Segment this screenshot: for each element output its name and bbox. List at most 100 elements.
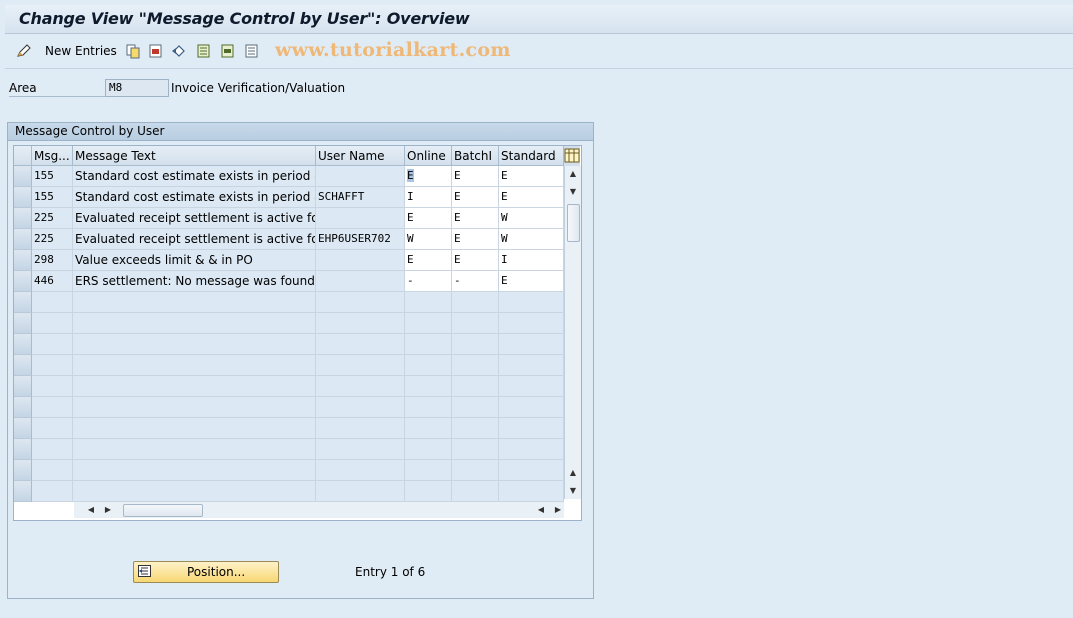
cell-online <box>405 334 452 355</box>
cell-standard[interactable]: I <box>499 250 564 271</box>
cell-online <box>405 313 452 334</box>
cell-batch-value: - <box>454 274 461 287</box>
cell-msg: 225 <box>32 229 73 250</box>
column-header-standard[interactable]: Standard <box>499 146 564 166</box>
cell-online <box>405 418 452 439</box>
copy-icon[interactable] <box>125 43 141 59</box>
cell-standard[interactable]: E <box>499 187 564 208</box>
cell-batch[interactable]: - <box>452 271 499 292</box>
cell-online[interactable]: E <box>405 166 452 187</box>
cell-user-name <box>316 418 405 439</box>
row-selector[interactable] <box>14 166 32 187</box>
cell-batch[interactable]: E <box>452 229 499 250</box>
cell-standard <box>499 334 564 355</box>
cell-online-value: E <box>407 211 414 224</box>
cell-msg: 155 <box>32 187 73 208</box>
cell-user-name <box>316 334 405 355</box>
page-right-icon[interactable]: ▶ <box>101 503 115 517</box>
cell-user-name <box>316 208 405 229</box>
new-entries-button[interactable]: New Entries <box>45 44 117 58</box>
column-header-message-text[interactable]: Message Text <box>73 146 316 166</box>
delete-icon[interactable] <box>148 43 164 59</box>
cell-batch[interactable]: E <box>452 208 499 229</box>
row-selector[interactable] <box>14 229 32 250</box>
deselect-all-icon[interactable] <box>244 43 260 59</box>
row-selector[interactable] <box>14 271 32 292</box>
cell-online[interactable]: E <box>405 208 452 229</box>
row-selector[interactable] <box>14 481 32 502</box>
cell-standard[interactable]: W <box>499 208 564 229</box>
cell-batch <box>452 355 499 376</box>
cell-user-name <box>316 439 405 460</box>
position-button[interactable]: Position... <box>133 561 279 583</box>
cell-user-name-value: EHP6USER702 <box>318 232 391 245</box>
cell-message-text <box>73 313 316 334</box>
select-all-icon[interactable] <box>196 43 212 59</box>
entry-counter: Entry 1 of 6 <box>355 565 426 579</box>
cell-batch[interactable]: E <box>452 250 499 271</box>
vertical-scrollbar[interactable]: ▲ ▼ ▲ ▼ <box>564 166 581 499</box>
cell-standard[interactable]: E <box>499 271 564 292</box>
cell-standard-value: I <box>501 253 508 266</box>
row-selector[interactable] <box>14 250 32 271</box>
application-toolbar: New Entries www.tutorialkart.com <box>5 35 1073 69</box>
cell-batch[interactable]: E <box>452 187 499 208</box>
cell-online <box>405 439 452 460</box>
horizontal-scrollbar[interactable]: ◀ ▶ ◀ ▶ <box>74 502 564 518</box>
cell-msg <box>32 334 73 355</box>
area-field[interactable]: M8 <box>105 79 169 97</box>
row-selector[interactable] <box>14 313 32 334</box>
page-left-icon[interactable]: ◀ <box>534 503 548 517</box>
scroll-down-icon[interactable]: ▼ <box>566 484 580 498</box>
select-all-rows-button[interactable] <box>14 146 32 166</box>
cell-online-value: I <box>407 190 414 203</box>
cell-online[interactable]: - <box>405 271 452 292</box>
cell-batch[interactable]: E <box>452 166 499 187</box>
cell-message-text: ERS settlement: No message was found fo.… <box>73 271 316 292</box>
row-selector[interactable] <box>14 208 32 229</box>
vertical-scroll-thumb[interactable] <box>567 204 580 242</box>
cell-user-name <box>316 376 405 397</box>
row-selector[interactable] <box>14 334 32 355</box>
scroll-up-icon[interactable]: ▲ <box>566 167 580 181</box>
cell-standard <box>499 397 564 418</box>
cell-msg: 446 <box>32 271 73 292</box>
column-header-user-name[interactable]: User Name <box>316 146 405 166</box>
row-selector[interactable] <box>14 439 32 460</box>
cell-online[interactable]: W <box>405 229 452 250</box>
cell-message-text-value: Evaluated receipt settlement is active f… <box>75 211 315 225</box>
cell-msg-value: 446 <box>34 274 54 287</box>
cell-user-name <box>316 355 405 376</box>
page-down-icon[interactable]: ▼ <box>566 185 580 199</box>
row-selector[interactable] <box>14 397 32 418</box>
column-header-msg[interactable]: Msg... <box>32 146 73 166</box>
row-selector[interactable] <box>14 418 32 439</box>
cell-online[interactable]: E <box>405 250 452 271</box>
row-selector[interactable] <box>14 355 32 376</box>
cell-user-name <box>316 271 405 292</box>
scroll-right-icon[interactable]: ▶ <box>551 503 565 517</box>
cell-msg: 225 <box>32 208 73 229</box>
cell-message-text <box>73 481 316 502</box>
scroll-left-icon[interactable]: ◀ <box>84 503 98 517</box>
cell-msg <box>32 418 73 439</box>
row-selector[interactable] <box>14 376 32 397</box>
row-selector[interactable] <box>14 187 32 208</box>
cell-online[interactable]: I <box>405 187 452 208</box>
cell-message-text <box>73 397 316 418</box>
cell-standard[interactable]: E <box>499 166 564 187</box>
select-block-icon[interactable] <box>220 43 236 59</box>
horizontal-scroll-thumb[interactable] <box>123 504 203 517</box>
page-up-icon[interactable]: ▲ <box>566 466 580 480</box>
cell-message-text-value: Evaluated receipt settlement is active f… <box>75 232 315 246</box>
row-selector[interactable] <box>14 292 32 313</box>
cell-standard[interactable]: W <box>499 229 564 250</box>
row-selector[interactable] <box>14 460 32 481</box>
column-header-online[interactable]: Online <box>405 146 452 166</box>
cell-standard <box>499 355 564 376</box>
cell-online <box>405 481 452 502</box>
column-header-batch[interactable]: BatchI <box>452 146 499 166</box>
edit-pencil-icon[interactable] <box>16 43 32 59</box>
undo-icon[interactable] <box>171 43 187 59</box>
table-settings-icon[interactable] <box>564 146 580 166</box>
